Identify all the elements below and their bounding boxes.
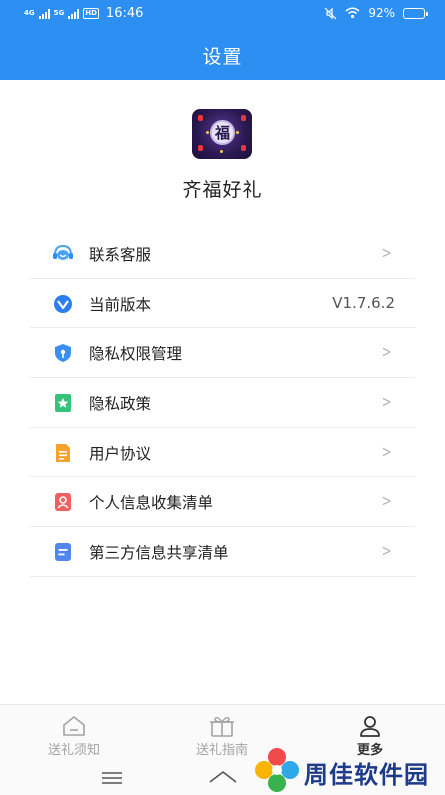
network-type-1: 4G	[24, 9, 35, 17]
settings-menu: 联系客服 > 当前版本 V1.7.6.2 隐私权限管理 > 隐私政策 > 用户协…	[30, 229, 415, 577]
menu-item-customer-service[interactable]: 联系客服 >	[30, 229, 415, 279]
menu-item-user-agreement[interactable]: 用户协议 >	[30, 428, 415, 478]
version-value: V1.7.6.2	[332, 293, 395, 312]
menu-item-label: 用户协议	[89, 444, 152, 463]
chevron-right-icon: >	[381, 491, 392, 511]
chevron-right-icon: >	[381, 342, 392, 362]
version-icon	[54, 294, 72, 313]
status-time: 16:46	[105, 6, 144, 21]
chevron-right-icon: >	[381, 541, 392, 561]
menu-item-privacy-permissions[interactable]: 隐私权限管理 >	[30, 328, 415, 379]
person-card-icon	[55, 493, 71, 512]
shield-icon	[55, 344, 71, 363]
menu-item-label: 当前版本	[89, 295, 152, 314]
watermark-logo-icon	[255, 748, 299, 792]
app-name: 齐福好礼	[182, 179, 263, 201]
menu-item-version[interactable]: 当前版本 V1.7.6.2	[30, 279, 415, 329]
chevron-right-icon: >	[381, 441, 392, 461]
watermark: 周佳软件园	[252, 745, 445, 795]
list-icon	[55, 543, 71, 562]
app-logo-char: 福	[214, 124, 230, 142]
signal-icon-2	[68, 8, 80, 19]
menu-item-privacy-policy[interactable]: 隐私政策 >	[30, 378, 415, 428]
watermark-text: 周佳软件园	[304, 761, 429, 789]
hd-badge: HD	[83, 8, 99, 19]
bookmark-star-icon	[55, 394, 71, 413]
menu-icon[interactable]	[101, 771, 123, 785]
menu-item-personal-info-list[interactable]: 个人信息收集清单 >	[30, 477, 415, 528]
status-left: 4G 5G HD 16:46	[24, 6, 143, 21]
top-bar: 4G 5G HD 16:46 92% 设置	[0, 0, 445, 80]
wifi-icon	[345, 7, 360, 19]
signal-icon	[38, 8, 50, 19]
chevron-right-icon: >	[381, 392, 392, 412]
gift-icon	[210, 716, 234, 737]
menu-item-third-party-sharing-list[interactable]: 第三方信息共享清单 >	[30, 527, 415, 577]
home-nav-icon[interactable]	[208, 769, 238, 785]
user-icon	[360, 716, 380, 737]
menu-item-label: 个人信息收集清单	[89, 494, 214, 513]
app-logo: 福	[192, 109, 252, 159]
battery-icon	[403, 7, 428, 19]
document-icon	[56, 443, 70, 462]
menu-item-label: 联系客服	[89, 246, 152, 264]
menu-item-label: 第三方信息共享清单	[89, 544, 229, 563]
tab-label: 送礼须知	[47, 743, 100, 758]
menu-item-label: 隐私权限管理	[89, 345, 183, 364]
customer-service-icon	[53, 244, 73, 260]
page-title: 设置	[202, 46, 243, 68]
network-type-2: 5G	[53, 9, 65, 17]
status-right: 92%	[324, 6, 428, 20]
status-bar: 4G 5G HD 16:46 92%	[0, 0, 445, 28]
home-icon	[63, 716, 85, 736]
tab-gift-notice[interactable]: 送礼须知	[14, 715, 134, 758]
menu-item-label: 隐私政策	[89, 395, 152, 414]
mute-icon	[324, 7, 337, 19]
chevron-right-icon: >	[381, 243, 392, 262]
battery-percent: 92%	[368, 6, 395, 20]
